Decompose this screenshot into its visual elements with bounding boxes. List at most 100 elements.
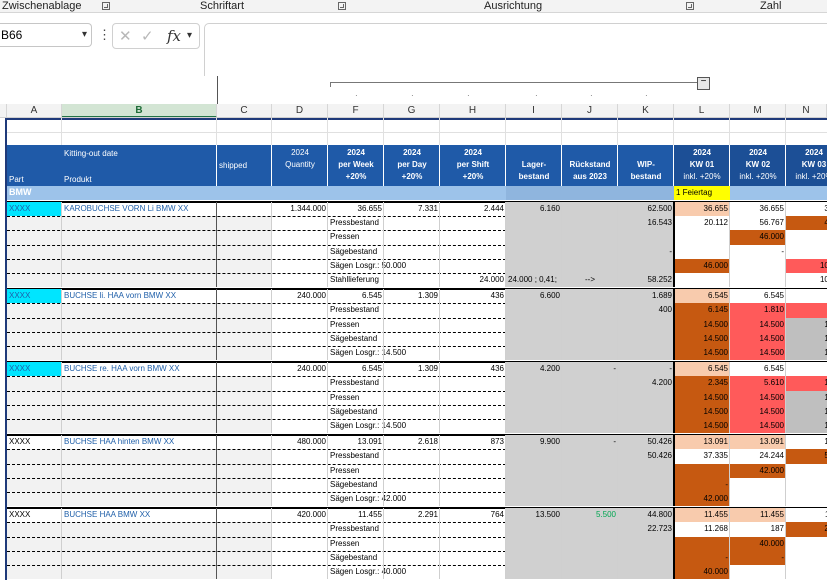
kw-sub-value[interactable] [786, 550, 827, 565]
row-label[interactable]: Sägebestand [328, 405, 506, 419]
column-header-g[interactable]: G [384, 104, 440, 117]
kw-value[interactable]: 13.091 [674, 435, 730, 450]
kw-sub-value[interactable] [674, 463, 730, 478]
column-header-h[interactable]: H [440, 104, 506, 117]
kw-sub-value[interactable]: - [730, 550, 786, 565]
product-name[interactable]: BUCHSE HAA hinten BMW XX [62, 435, 217, 449]
quantity-value[interactable]: 240.000 [272, 362, 328, 376]
kw-sub-value[interactable]: 14.5 [786, 390, 827, 405]
rueckstand-value[interactable]: 5.500 [562, 508, 618, 522]
wip-sub-value[interactable] [618, 492, 674, 506]
kw-sub-value[interactable] [786, 536, 827, 551]
kw-sub-value[interactable] [674, 230, 730, 245]
row-label[interactable]: Sägebestand [328, 478, 506, 492]
kw-sub-value[interactable]: 14.500 [730, 404, 786, 419]
kw-sub-value[interactable]: 14.500 [674, 390, 730, 405]
kw-sub-value[interactable]: 28.3 [786, 522, 827, 537]
kw-value[interactable]: 6.545 [730, 362, 786, 377]
wip-sub-value[interactable]: 58.252 [618, 273, 674, 287]
wip-sub-value[interactable] [618, 391, 674, 405]
row-label[interactable]: Pressbestand [328, 522, 506, 536]
kw-sub-value[interactable]: 11.268 [674, 522, 730, 537]
kw-sub-value[interactable]: 46.000 [674, 258, 730, 273]
rueckstand-value[interactable] [562, 202, 618, 216]
kw-sub-value[interactable]: 24.244 [730, 449, 786, 464]
kw-sub-value[interactable]: 47.4 [786, 216, 827, 231]
font-launcher-icon[interactable] [338, 2, 346, 10]
product-name[interactable]: BUCHSE re. HAA vorn BMW XX [62, 362, 217, 376]
kw-sub-value[interactable]: 14.500 [674, 404, 730, 419]
kw-value[interactable]: 6.5 [786, 289, 827, 304]
column-header-k[interactable]: K [618, 104, 674, 117]
part-number[interactable]: XXXX [7, 362, 62, 377]
kw-sub-value[interactable] [730, 492, 786, 507]
kw-sub-value[interactable] [786, 463, 827, 478]
stahl-lager[interactable]: 24.000 ; 0,41; [506, 273, 562, 287]
row-label[interactable]: Sägebestand [328, 551, 506, 565]
per-week-value[interactable]: 36.655 [328, 202, 384, 216]
stahl-arrow[interactable]: --> [562, 273, 618, 287]
kw-sub-value[interactable]: 2.345 [674, 376, 730, 391]
kw-sub-value[interactable] [730, 273, 786, 288]
wip-sub-value[interactable] [618, 405, 674, 419]
kw-value[interactable]: 13.0 [786, 435, 827, 450]
rueckstand-value[interactable]: - [562, 362, 618, 376]
kw-sub-value[interactable]: 187 [730, 522, 786, 537]
part-number[interactable]: XXXX [7, 508, 62, 522]
kw-sub-value[interactable]: 20.112 [674, 216, 730, 231]
row-label[interactable]: Sägen Losgr.: 40.000 [328, 565, 506, 579]
wip-sub-value[interactable]: - [618, 245, 674, 259]
per-week-value[interactable]: 6.545 [328, 362, 384, 376]
wip-value[interactable]: 62.500 [618, 202, 674, 216]
per-day-value[interactable]: 1.309 [384, 289, 440, 303]
column-header-n[interactable]: N [786, 104, 827, 117]
kw-sub-value[interactable] [674, 244, 730, 259]
column-header-c[interactable]: C [217, 104, 272, 117]
kw-sub-value[interactable]: 42.000 [674, 492, 730, 507]
wip-sub-value[interactable] [618, 419, 674, 433]
lager-value[interactable]: 13.500 [506, 508, 562, 522]
row-label[interactable]: Pressen [328, 230, 506, 244]
row-label[interactable]: Pressen [328, 464, 506, 478]
wip-sub-value[interactable] [618, 551, 674, 565]
row-label[interactable]: Pressen [328, 537, 506, 551]
column-header-m[interactable]: M [730, 104, 786, 117]
kw-sub-value[interactable]: 14.500 [730, 317, 786, 332]
wip-value[interactable]: - [618, 362, 674, 376]
chevron-down-icon[interactable]: ▾ [187, 30, 192, 41]
per-day-value[interactable]: 2.291 [384, 508, 440, 522]
kw-value[interactable]: 6.545 [674, 362, 730, 377]
kw-sub-value[interactable]: 104.5 [786, 273, 827, 288]
kw-sub-value[interactable] [674, 273, 730, 288]
kw-sub-value[interactable] [786, 565, 827, 580]
row-label[interactable]: Sägen Losgr.: 42.000 [328, 492, 506, 506]
per-shift-value[interactable]: 873 [440, 435, 506, 449]
product-name[interactable]: KAROBUCHSE VORN Li BMW XX [62, 202, 217, 216]
kw-sub-value[interactable]: 14.500 [674, 331, 730, 346]
wip-sub-value[interactable] [618, 332, 674, 346]
part-number[interactable]: XXXX [7, 202, 62, 217]
wip-sub-value[interactable] [618, 565, 674, 579]
kw-sub-value[interactable]: 14.5 [786, 346, 827, 361]
column-header-l[interactable]: L [674, 104, 730, 117]
lager-value[interactable]: 9.900 [506, 435, 562, 449]
kw-sub-value[interactable] [730, 565, 786, 580]
kw-sub-value[interactable]: 14.500 [730, 346, 786, 361]
wip-sub-value[interactable]: 50.426 [618, 449, 674, 463]
kw-sub-value[interactable]: 14.500 [730, 419, 786, 434]
stahl-per-shift[interactable]: 24.000 [440, 273, 506, 287]
kw-sub-value[interactable]: 14.500 [730, 331, 786, 346]
enter-icon[interactable]: ✓ [141, 27, 154, 45]
row-label[interactable]: Sägebestand [328, 245, 506, 259]
lager-value[interactable]: 6.600 [506, 289, 562, 303]
kw-sub-value[interactable]: 40.000 [730, 536, 786, 551]
per-shift-value[interactable]: 764 [440, 508, 506, 522]
wip-sub-value[interactable]: 16.543 [618, 216, 674, 230]
wip-sub-value[interactable] [618, 464, 674, 478]
rueckstand-value[interactable] [562, 289, 618, 303]
column-header-a[interactable]: A [7, 104, 62, 117]
kw-value[interactable]: 36.655 [674, 202, 730, 217]
kw-value[interactable]: 6.5 [786, 362, 827, 377]
row-label[interactable]: Pressbestand [328, 449, 506, 463]
per-week-value[interactable]: 11.455 [328, 508, 384, 522]
